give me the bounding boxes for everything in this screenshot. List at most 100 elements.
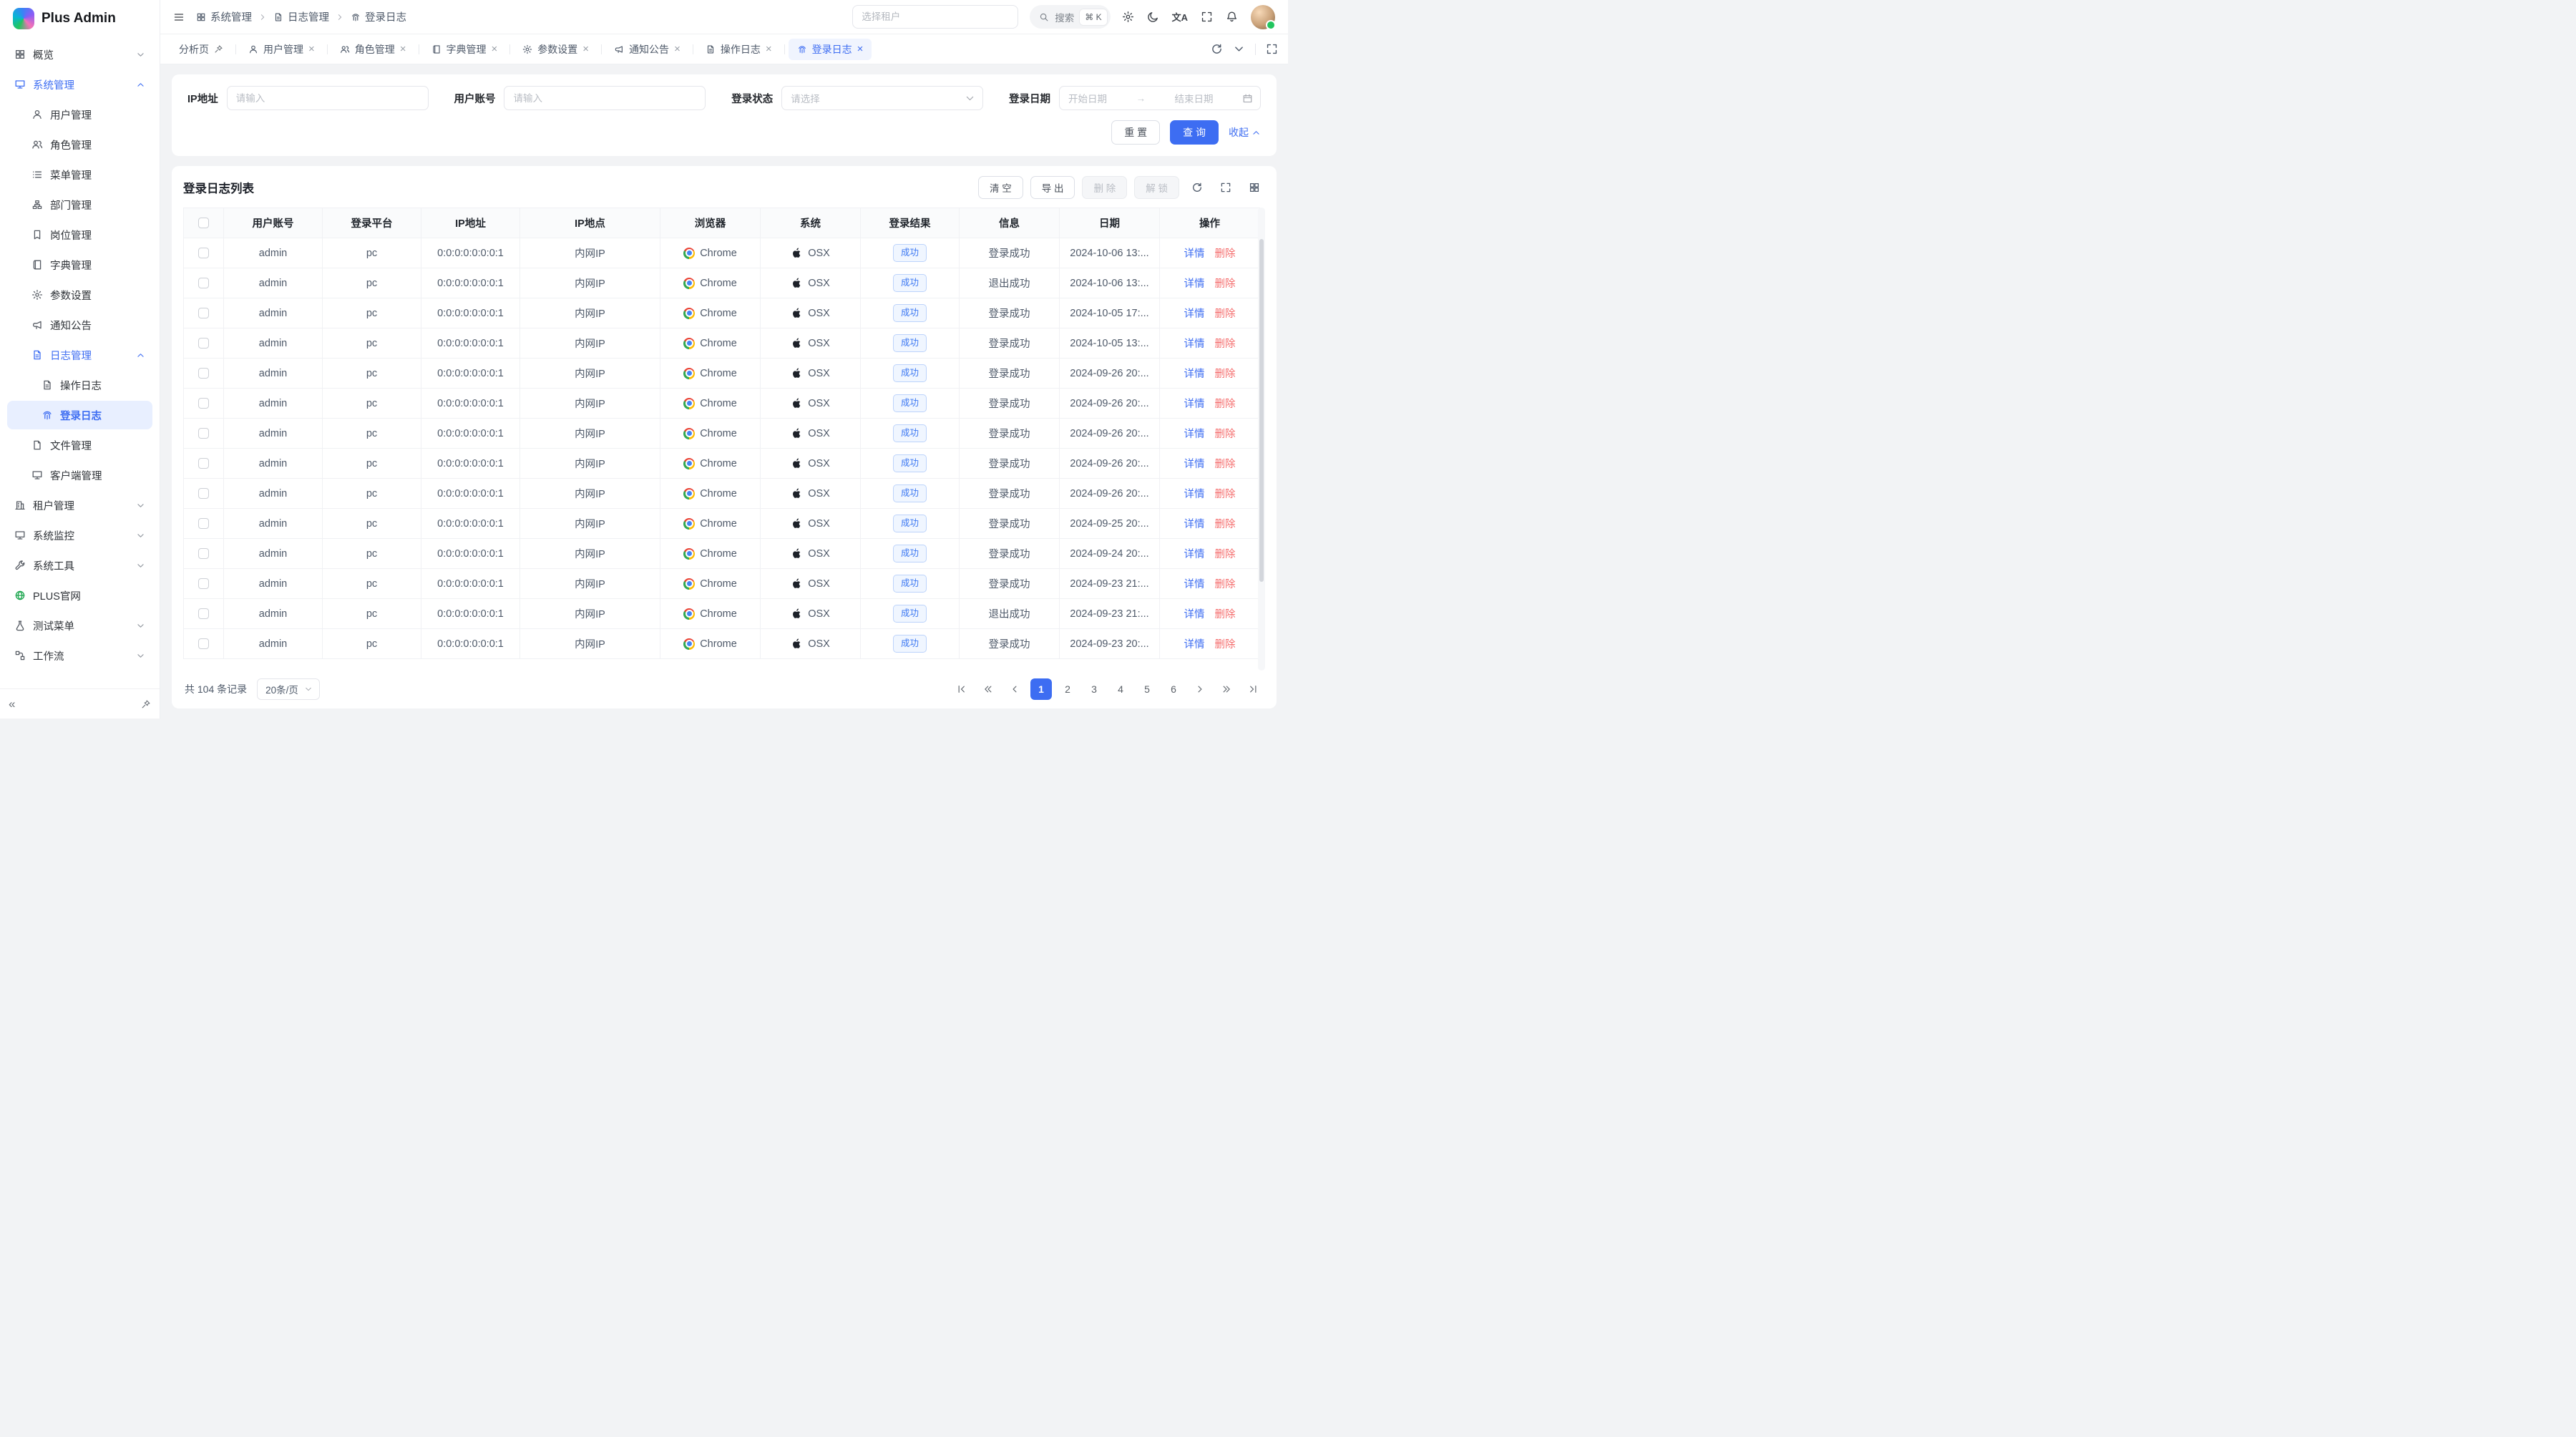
delete-link[interactable]: 删除 [1215, 606, 1236, 621]
row-checkbox[interactable] [198, 608, 209, 619]
reset-button[interactable]: 重 置 [1111, 120, 1160, 145]
user-avatar[interactable] [1251, 5, 1275, 29]
delete-link[interactable]: 删除 [1215, 336, 1236, 351]
detail-link[interactable]: 详情 [1184, 456, 1205, 471]
page-size-select[interactable]: 20条/页 [257, 678, 320, 700]
close-icon[interactable]: × [766, 44, 772, 54]
sidebar-item-test-menu[interactable]: 测试菜单 [7, 611, 152, 640]
detail-link[interactable]: 详情 [1184, 486, 1205, 501]
table-fullscreen-button[interactable] [1215, 177, 1236, 198]
tab-analysis[interactable]: 分析页 [170, 39, 232, 60]
breadcrumb-login-log[interactable]: 登录日志 [351, 9, 406, 24]
tab-operation-log[interactable]: 操作日志 × [697, 39, 781, 60]
user-account-input[interactable] [504, 86, 706, 110]
close-icon[interactable]: × [400, 44, 406, 54]
column-settings-button[interactable] [1244, 177, 1265, 198]
sidebar-item-file-mgmt[interactable]: 文件管理 [7, 431, 152, 459]
sidebar-item-system-monitor[interactable]: 系统监控 [7, 521, 152, 550]
detail-link[interactable]: 详情 [1184, 606, 1205, 621]
sidebar-item-plus-site[interactable]: PLUS官网 [7, 581, 152, 610]
row-checkbox[interactable] [198, 548, 209, 559]
sidebar-item-system-tools[interactable]: 系统工具 [7, 551, 152, 580]
delete-link[interactable]: 删除 [1215, 276, 1236, 291]
tab-user-mgmt[interactable]: 用户管理 × [240, 39, 323, 60]
row-checkbox[interactable] [198, 398, 209, 409]
row-checkbox[interactable] [198, 428, 209, 439]
refresh-page-button[interactable] [1211, 43, 1223, 55]
page-button-2[interactable]: 2 [1057, 678, 1078, 700]
sidebar-item-role-mgmt[interactable]: 角色管理 [7, 130, 152, 159]
detail-link[interactable]: 详情 [1184, 426, 1205, 441]
close-icon[interactable]: × [857, 44, 864, 54]
row-checkbox[interactable] [198, 458, 209, 469]
delete-link[interactable]: 删除 [1215, 306, 1236, 321]
tenant-select[interactable] [852, 5, 1018, 29]
language-button[interactable]: 文A [1172, 10, 1188, 24]
delete-button[interactable]: 删 除 [1082, 176, 1127, 199]
delete-link[interactable]: 删除 [1215, 486, 1236, 501]
page-button-6[interactable]: 6 [1163, 678, 1184, 700]
close-icon[interactable]: × [582, 44, 589, 54]
sidebar-item-param-settings[interactable]: 参数设置 [7, 281, 152, 309]
unlock-button[interactable]: 解 锁 [1134, 176, 1179, 199]
ip-address-input[interactable] [227, 86, 429, 110]
row-checkbox[interactable] [198, 488, 209, 499]
page-button-5[interactable]: 5 [1136, 678, 1158, 700]
delete-link[interactable]: 删除 [1215, 636, 1236, 651]
sidebar-item-log-mgmt[interactable]: 日志管理 [7, 341, 152, 369]
detail-link[interactable]: 详情 [1184, 516, 1205, 531]
row-checkbox[interactable] [198, 278, 209, 288]
detail-link[interactable]: 详情 [1184, 546, 1205, 561]
settings-button[interactable] [1122, 11, 1134, 23]
sidebar-item-tenant-mgmt[interactable]: 租户管理 [7, 491, 152, 520]
page-button-3[interactable]: 3 [1083, 678, 1105, 700]
export-button[interactable]: 导 出 [1030, 176, 1075, 199]
breadcrumb-system-mgmt[interactable]: 系统管理 [196, 9, 252, 24]
detail-link[interactable]: 详情 [1184, 396, 1205, 411]
tab-notice[interactable]: 通知公告 × [605, 39, 689, 60]
select-all-checkbox[interactable] [198, 218, 209, 228]
sidebar-item-post-mgmt[interactable]: 岗位管理 [7, 220, 152, 249]
collapse-sidebar-button[interactable]: « [9, 697, 15, 711]
detail-link[interactable]: 详情 [1184, 576, 1205, 591]
sidebar-item-client-mgmt[interactable]: 客户端管理 [7, 461, 152, 489]
next-page-button[interactable] [1189, 678, 1211, 700]
page-button-4[interactable]: 4 [1110, 678, 1131, 700]
tab-login-log[interactable]: 登录日志 × [789, 39, 872, 60]
table-scrollbar[interactable] [1258, 208, 1265, 671]
page-button-1[interactable]: 1 [1030, 678, 1052, 700]
breadcrumb-log-mgmt[interactable]: 日志管理 [273, 9, 329, 24]
close-icon[interactable]: × [674, 44, 680, 54]
prev-page-button[interactable] [1004, 678, 1025, 700]
notifications-button[interactable] [1226, 11, 1238, 23]
detail-link[interactable]: 详情 [1184, 336, 1205, 351]
detail-link[interactable]: 详情 [1184, 245, 1205, 260]
prev-pages-button[interactable] [977, 678, 999, 700]
row-checkbox[interactable] [198, 368, 209, 379]
detail-link[interactable]: 详情 [1184, 306, 1205, 321]
delete-link[interactable]: 删除 [1215, 366, 1236, 381]
row-checkbox[interactable] [198, 638, 209, 649]
close-icon[interactable]: × [308, 44, 315, 54]
tabs-menu-button[interactable] [1233, 43, 1245, 55]
content-fullscreen-button[interactable] [1266, 43, 1278, 55]
next-pages-button[interactable] [1216, 678, 1237, 700]
sidebar-item-workflow[interactable]: 工作流 [7, 641, 152, 670]
global-search[interactable]: 搜索 ⌘ K [1030, 5, 1110, 29]
row-checkbox[interactable] [198, 518, 209, 529]
delete-link[interactable]: 删除 [1215, 576, 1236, 591]
sidebar-item-notice[interactable]: 通知公告 [7, 311, 152, 339]
tab-role-mgmt[interactable]: 角色管理 × [331, 39, 415, 60]
login-date-range[interactable]: 开始日期 → 结束日期 [1059, 86, 1261, 110]
pin-sidebar-button[interactable] [141, 699, 151, 709]
delete-link[interactable]: 删除 [1215, 245, 1236, 260]
menu-toggle-button[interactable] [173, 11, 185, 23]
login-status-select[interactable]: 请选择 [781, 86, 983, 110]
detail-link[interactable]: 详情 [1184, 636, 1205, 651]
delete-link[interactable]: 删除 [1215, 516, 1236, 531]
sidebar-item-menu-mgmt[interactable]: 菜单管理 [7, 160, 152, 189]
sidebar-item-system-mgmt[interactable]: 系统管理 [7, 70, 152, 99]
app-logo[interactable]: Plus Admin [0, 0, 160, 37]
delete-link[interactable]: 删除 [1215, 546, 1236, 561]
collapse-filter-link[interactable]: 收起 [1229, 125, 1261, 140]
